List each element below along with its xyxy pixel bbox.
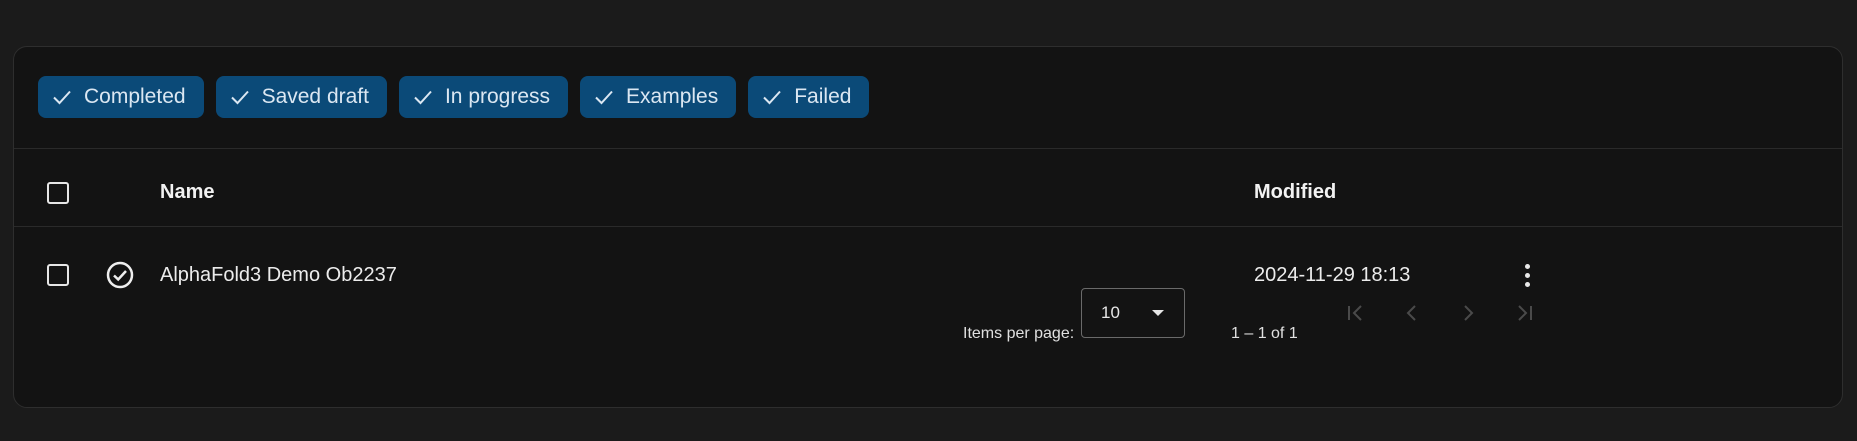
items-per-page-value: 10 bbox=[1101, 303, 1120, 322]
filter-chip-saved-draft[interactable]: Saved draft bbox=[215, 76, 387, 118]
jobs-panel: Completed Saved draft In progress Exampl… bbox=[13, 46, 1843, 408]
job-modified: 2024-11-29 18:13 bbox=[1254, 264, 1411, 286]
filter-chip-label: Completed bbox=[84, 85, 186, 108]
column-header-name[interactable]: Name bbox=[160, 181, 214, 204]
row-checkbox[interactable] bbox=[47, 264, 69, 286]
filter-chip-failed[interactable]: Failed bbox=[748, 76, 870, 118]
check-circle-icon bbox=[105, 260, 135, 290]
last-page-icon[interactable] bbox=[1510, 299, 1538, 327]
select-all-checkbox[interactable] bbox=[47, 182, 69, 204]
items-per-page-label: Items per page: bbox=[963, 325, 1075, 342]
check-icon bbox=[592, 85, 616, 109]
header-divider bbox=[14, 226, 1842, 227]
first-page-icon[interactable] bbox=[1342, 299, 1370, 327]
check-icon bbox=[760, 85, 784, 109]
filter-chip-label: Examples bbox=[626, 85, 719, 108]
filter-chip-completed[interactable]: Completed bbox=[38, 76, 204, 118]
filter-chip-examples[interactable]: Examples bbox=[580, 76, 737, 118]
filter-chip-label: In progress bbox=[444, 85, 551, 108]
status-filter-chips: Completed Saved draft In progress Exampl… bbox=[38, 76, 870, 118]
job-name[interactable]: AlphaFold3 Demo Ob2237 bbox=[160, 264, 397, 287]
check-icon bbox=[411, 85, 435, 109]
page-range-label: 1 – 1 of 1 bbox=[1231, 325, 1298, 342]
column-header-modified[interactable]: Modified bbox=[1254, 181, 1336, 204]
filter-chip-label: Saved draft bbox=[261, 85, 369, 108]
next-page-icon[interactable] bbox=[1454, 299, 1482, 327]
chips-divider bbox=[14, 148, 1842, 149]
more-vert-icon[interactable] bbox=[1517, 260, 1537, 290]
previous-page-icon[interactable] bbox=[1398, 299, 1426, 327]
check-icon bbox=[50, 85, 74, 109]
dropdown-caret-icon bbox=[1152, 310, 1164, 316]
filter-chip-label: Failed bbox=[794, 85, 852, 108]
items-per-page-select[interactable]: 10 bbox=[1081, 288, 1185, 338]
check-icon bbox=[228, 85, 252, 109]
filter-chip-in-progress[interactable]: In progress bbox=[398, 76, 569, 118]
